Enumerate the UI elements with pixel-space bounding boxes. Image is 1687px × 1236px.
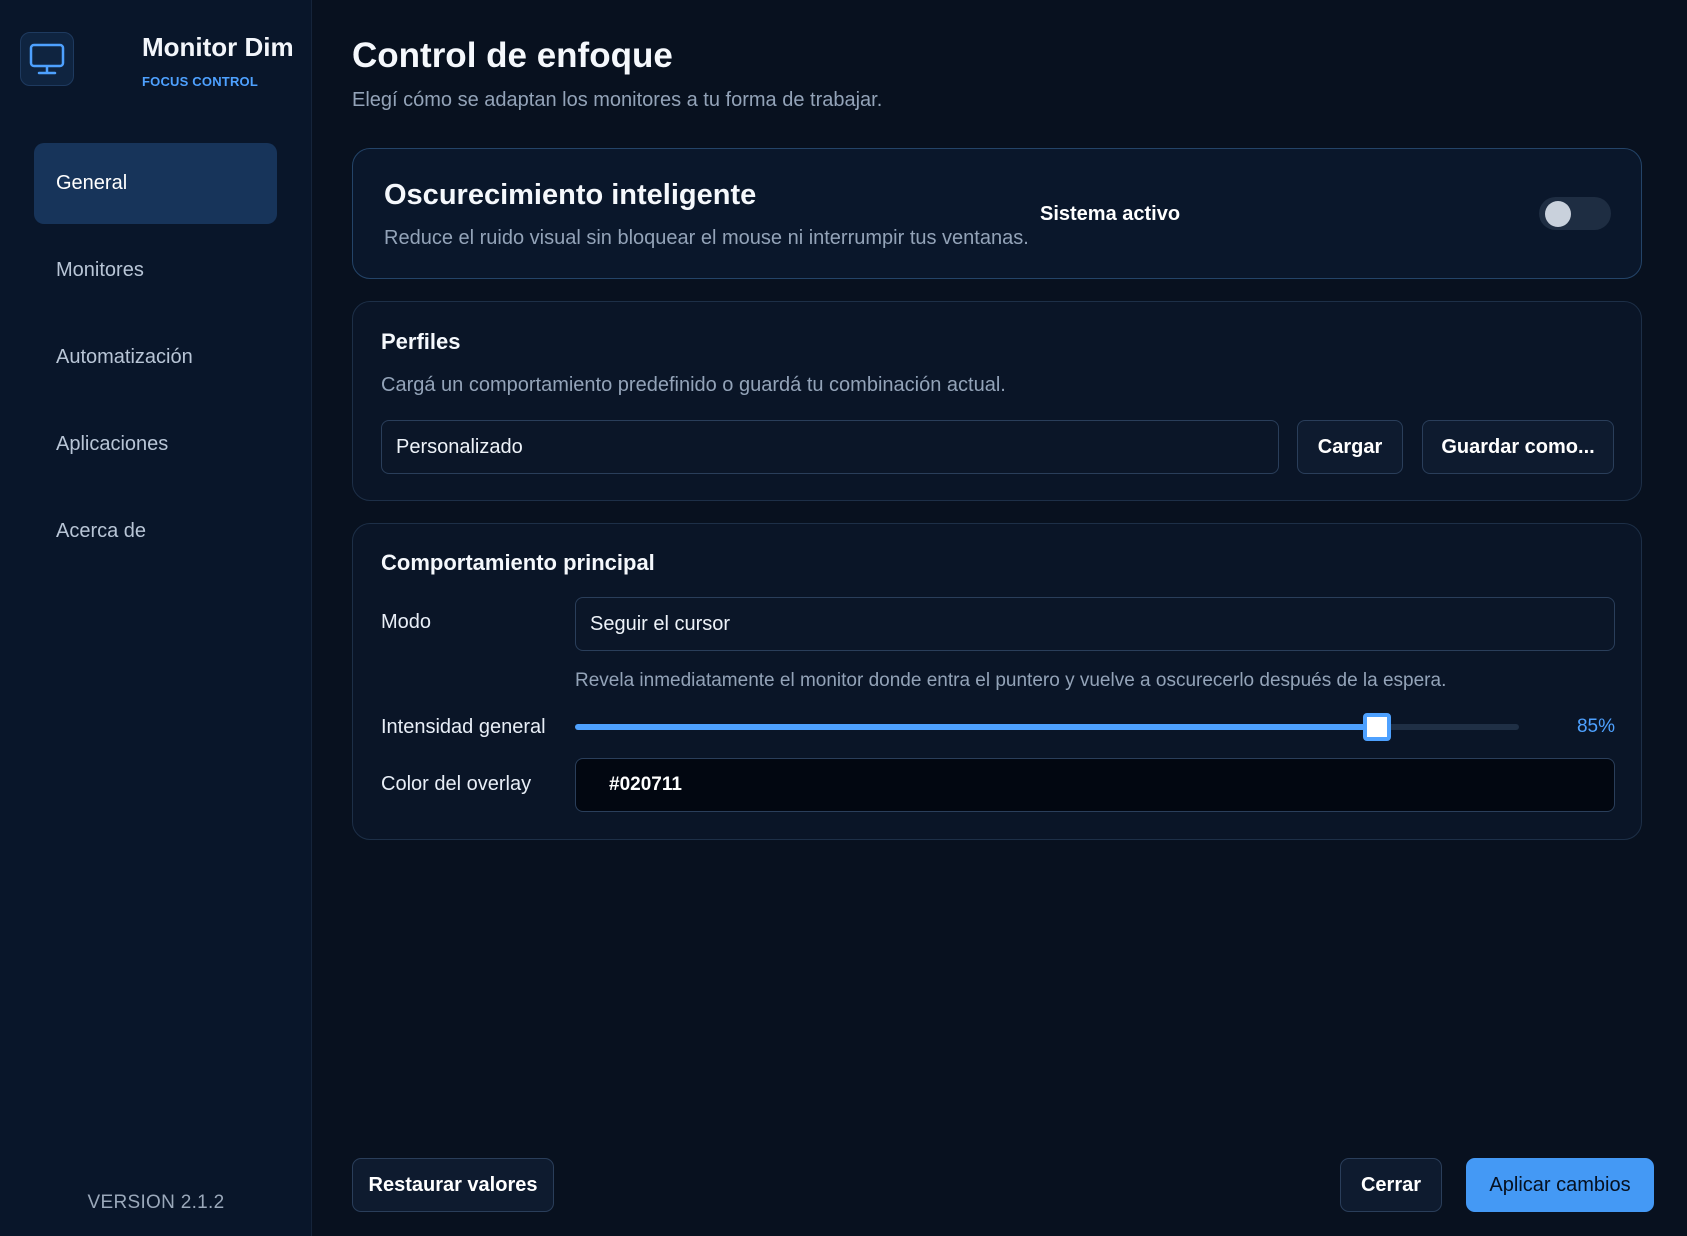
mode-label: Modo bbox=[381, 611, 432, 633]
page-title: Control de enfoque bbox=[352, 36, 673, 75]
toggle-knob bbox=[1545, 201, 1571, 227]
system-status-label: Sistema activo bbox=[1040, 203, 1181, 225]
sidebar: Monitor Dim FOCUS CONTROL General Monito… bbox=[0, 0, 312, 1236]
brand-text: Monitor Dim FOCUS CONTROL bbox=[142, 32, 294, 89]
close-button[interactable]: Cerrar bbox=[1340, 1158, 1442, 1212]
sidebar-nav: General Monitores Automatización Aplicac… bbox=[34, 143, 277, 578]
smart-dim-card: Oscurecimiento inteligente Reduce el rui… bbox=[352, 148, 1642, 279]
save-as-profile-button[interactable]: Guardar como... bbox=[1422, 420, 1614, 474]
apply-changes-button[interactable]: Aplicar cambios bbox=[1466, 1158, 1654, 1212]
intensity-slider[interactable] bbox=[575, 713, 1519, 741]
monitor-icon bbox=[20, 32, 74, 86]
smart-dim-title: Oscurecimiento inteligente bbox=[384, 179, 757, 211]
behavior-title: Comportamiento principal bbox=[381, 550, 655, 575]
page-subtitle: Elegí cómo se adaptan los monitores a tu… bbox=[352, 89, 883, 111]
intensity-slider-thumb[interactable] bbox=[1363, 713, 1392, 741]
sidebar-item-acerca-de[interactable]: Acerca de bbox=[34, 491, 277, 572]
system-active-toggle[interactable] bbox=[1539, 197, 1611, 230]
restore-defaults-button[interactable]: Restaurar valores bbox=[352, 1158, 554, 1212]
sidebar-item-aplicaciones[interactable]: Aplicaciones bbox=[34, 404, 277, 485]
app-name: Monitor Dim bbox=[142, 32, 294, 62]
intensity-label: Intensidad general bbox=[381, 716, 546, 738]
overlay-color-label: Color del overlay bbox=[381, 773, 532, 795]
main-content: Control de enfoque Elegí cómo se adaptan… bbox=[312, 0, 1687, 1236]
sidebar-item-general[interactable]: General bbox=[34, 143, 277, 224]
mode-select[interactable]: Seguir el cursor bbox=[575, 597, 1615, 651]
intensity-slider-fill bbox=[575, 724, 1378, 730]
intensity-value: 85% bbox=[1576, 716, 1615, 737]
sidebar-item-automatizacion[interactable]: Automatización bbox=[34, 317, 277, 398]
version-label: VERSION 2.1.2 bbox=[87, 1192, 225, 1213]
app-window: Monitor Dim FOCUS CONTROL General Monito… bbox=[0, 0, 1687, 1236]
profiles-description: Cargá un comportamiento predefinido o gu… bbox=[381, 374, 1006, 396]
behavior-card: Comportamiento principal Modo Seguir el … bbox=[352, 523, 1642, 840]
profiles-card: Perfiles Cargá un comportamiento predefi… bbox=[352, 301, 1642, 501]
overlay-color-input[interactable]: #020711 bbox=[575, 758, 1615, 812]
app-subtitle: FOCUS CONTROL bbox=[142, 74, 258, 89]
profiles-title: Perfiles bbox=[381, 329, 461, 354]
mode-help-text: Revela inmediatamente el monitor donde e… bbox=[575, 670, 1447, 691]
profile-select[interactable]: Personalizado bbox=[381, 420, 1279, 474]
sidebar-item-monitores[interactable]: Monitores bbox=[34, 230, 277, 311]
load-profile-button[interactable]: Cargar bbox=[1297, 420, 1403, 474]
brand: Monitor Dim FOCUS CONTROL bbox=[20, 32, 294, 89]
smart-dim-description: Reduce el ruido visual sin bloquear el m… bbox=[384, 227, 1029, 249]
